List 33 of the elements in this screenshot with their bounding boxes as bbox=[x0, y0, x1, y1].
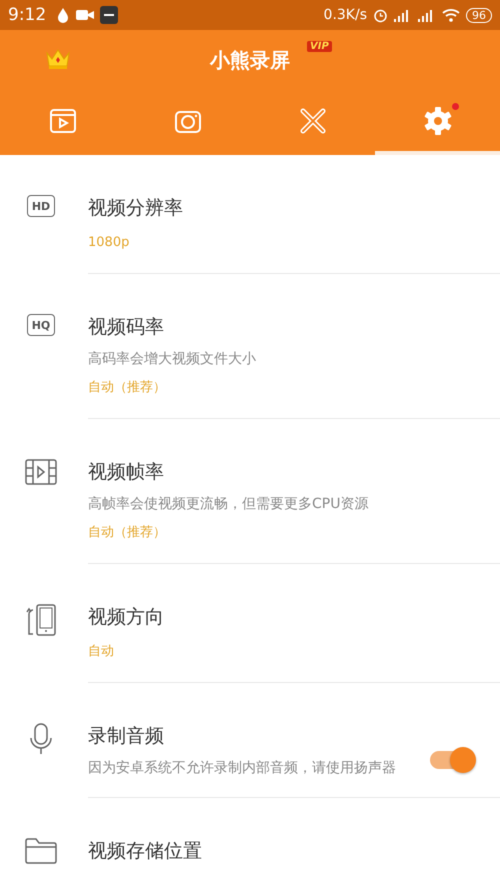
setting-value[interactable]: 1080p bbox=[88, 233, 500, 253]
notification-icon bbox=[100, 6, 118, 24]
video-camera-icon bbox=[76, 9, 94, 21]
film-icon bbox=[25, 459, 57, 485]
setting-value[interactable]: 自动（推荐） bbox=[88, 523, 500, 543]
setting-description: 因为安卓系统不允许录制内部音频，请使用扬声器 bbox=[88, 759, 397, 777]
setting-description: 高码率会增大视频文件大小 bbox=[88, 350, 257, 368]
setting-title: 视频分辨率 bbox=[88, 196, 184, 221]
setting-description: 高帧率会使视频更流畅，但需要更多CPU资源 bbox=[88, 495, 370, 513]
notification-dot bbox=[452, 103, 459, 110]
setting-value[interactable]: 自动（推荐） bbox=[88, 378, 500, 398]
setting-title: 视频码率 bbox=[88, 315, 165, 340]
settings-icon bbox=[422, 106, 452, 136]
alarm-icon bbox=[373, 8, 388, 22]
microphone-icon bbox=[29, 723, 53, 755]
status-time: 9:12 bbox=[8, 5, 46, 25]
wifi-icon bbox=[442, 8, 460, 22]
crown-icon[interactable] bbox=[45, 48, 71, 70]
vip-badge: VIP bbox=[307, 41, 332, 52]
rotate-phone-icon bbox=[25, 604, 57, 636]
setting-title: 视频存储位置 bbox=[88, 839, 203, 864]
video-icon bbox=[48, 106, 76, 134]
quality-icon: HQ bbox=[27, 314, 55, 336]
setting-title: 视频帧率 bbox=[88, 460, 165, 485]
setting-title: 录制音频 bbox=[88, 724, 165, 749]
drop-icon bbox=[56, 7, 70, 23]
setting-value[interactable]: 自动 bbox=[88, 642, 500, 662]
app-title: 小熊录屏 bbox=[210, 46, 290, 74]
battery-level: 96 bbox=[466, 8, 492, 22]
folder-icon bbox=[25, 838, 57, 864]
setting-title: 视频方向 bbox=[88, 605, 165, 630]
quality-icon: HD bbox=[27, 195, 55, 217]
network-speed: 0.3K/s bbox=[324, 7, 367, 23]
